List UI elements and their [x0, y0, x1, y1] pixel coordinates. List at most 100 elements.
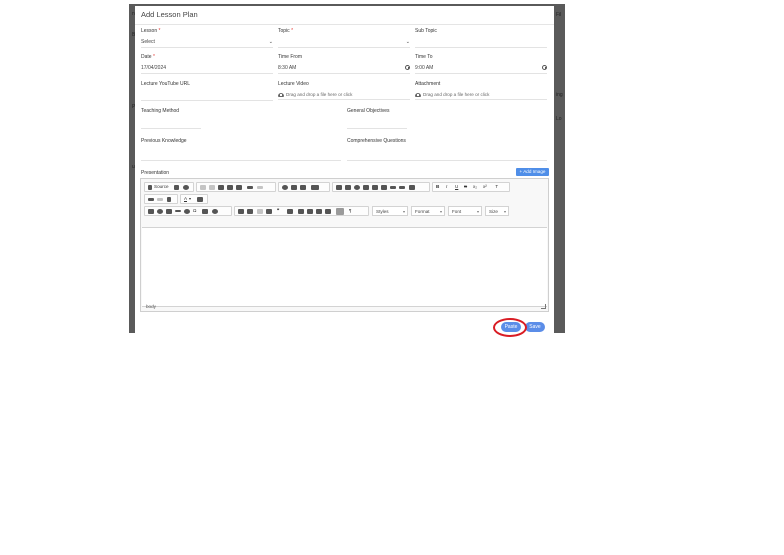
superscript-icon[interactable]: x²	[483, 184, 487, 189]
bold-icon[interactable]: B	[436, 184, 439, 189]
flash-icon[interactable]	[157, 209, 163, 214]
backdrop-text: Fil	[556, 12, 562, 18]
clock-icon[interactable]	[542, 65, 547, 70]
time-to-input[interactable]: 9:00 AM	[415, 64, 547, 74]
select-all-icon[interactable]	[300, 185, 306, 190]
align-center-icon[interactable]	[307, 209, 313, 214]
bulleted-list-icon[interactable]	[247, 209, 253, 214]
checkbox-icon[interactable]	[345, 185, 351, 190]
save-button[interactable]: Save	[525, 322, 545, 332]
cloud-upload-icon	[278, 92, 284, 97]
time-from-input[interactable]: 8:30 AM	[278, 64, 410, 74]
link-icon[interactable]	[148, 198, 154, 201]
remove-format-icon[interactable]: T	[495, 184, 498, 189]
paste-word-icon[interactable]	[236, 185, 242, 190]
source-button[interactable]: Source	[154, 184, 169, 189]
align-right-icon[interactable]	[316, 209, 322, 214]
clock-icon[interactable]	[405, 65, 410, 70]
styles-dropdown[interactable]: Styles ▾	[372, 206, 408, 216]
topic-select[interactable]: ⌄	[278, 38, 410, 48]
comprehensive-questions-label: Comprehensive Questions	[347, 138, 406, 144]
element-path[interactable]: body	[146, 304, 156, 309]
strike-icon[interactable]: S	[464, 184, 467, 189]
radio-icon[interactable]	[354, 185, 360, 190]
text-field-icon[interactable]	[363, 185, 369, 190]
copy-icon[interactable]	[209, 185, 215, 190]
templates-icon[interactable]	[174, 185, 179, 190]
general-objectives-input[interactable]	[347, 128, 407, 129]
undo-icon[interactable]	[247, 186, 253, 189]
smiley-icon[interactable]	[184, 209, 190, 214]
lesson-select[interactable]: Select ⌄	[141, 38, 273, 48]
text-direction-ltr-icon[interactable]	[336, 208, 344, 215]
add-lesson-plan-modal: Add Lesson Plan Lesson * Select ⌄ Topic *…	[135, 6, 554, 333]
horizontal-line-icon[interactable]	[175, 210, 181, 212]
lecture-video-dropzone[interactable]: Drag and drop a file here or click	[278, 90, 410, 100]
replace-icon[interactable]	[291, 185, 297, 190]
indent-icon[interactable]	[266, 209, 272, 214]
general-objectives-label: General Objectives	[347, 108, 390, 114]
align-left-icon[interactable]	[298, 209, 304, 214]
image-icon[interactable]	[148, 209, 154, 214]
subscript-icon[interactable]: x₂	[473, 184, 477, 189]
blockquote-icon[interactable]: ❞	[277, 208, 279, 214]
chevron-down-icon: ▾	[402, 209, 405, 214]
cut-icon[interactable]	[200, 185, 206, 190]
find-icon[interactable]	[282, 185, 288, 190]
chevron-down-icon: ⌄	[405, 39, 410, 45]
resize-handle-icon[interactable]	[541, 304, 546, 309]
chevron-down-icon: ▾	[439, 209, 442, 214]
unlink-icon[interactable]	[157, 198, 163, 201]
date-input[interactable]: 17/04/2024	[141, 64, 273, 74]
background-color-icon[interactable]	[197, 197, 203, 202]
redo-icon[interactable]	[257, 186, 263, 189]
backdrop-text: ing	[556, 92, 563, 98]
page-break-icon[interactable]	[202, 209, 208, 214]
source-icon[interactable]	[148, 185, 152, 190]
youtube-url-input[interactable]	[141, 91, 273, 101]
toolbar-group-links	[144, 194, 178, 204]
paste-text-icon[interactable]	[227, 185, 233, 190]
backdrop-text: Lo	[556, 116, 562, 122]
table-icon[interactable]	[166, 209, 172, 214]
numbered-list-icon[interactable]	[238, 209, 244, 214]
textarea-icon[interactable]	[372, 185, 378, 190]
time-from-label: Time From	[278, 54, 302, 60]
spellcheck-icon[interactable]	[311, 185, 319, 190]
font-dropdown[interactable]: Font ▾	[448, 206, 482, 216]
chevron-down-icon: ▾	[476, 209, 479, 214]
previous-knowledge-input[interactable]	[141, 160, 341, 161]
anchor-flag-icon[interactable]	[167, 197, 171, 202]
size-dropdown[interactable]: Size ▾	[485, 206, 509, 216]
special-char-icon[interactable]: Ω	[193, 208, 196, 213]
outdent-icon[interactable]	[257, 209, 263, 214]
div-container-icon[interactable]	[287, 209, 293, 214]
attachment-dropzone[interactable]: Drag and drop a file here or click	[415, 90, 547, 100]
italic-icon[interactable]: I	[446, 184, 447, 189]
teaching-method-input[interactable]	[141, 128, 201, 129]
cloud-upload-icon	[415, 92, 421, 97]
text-direction-rtl-icon[interactable]: ¶	[349, 208, 351, 213]
format-dropdown[interactable]: Format ▾	[411, 206, 445, 216]
dropdown-arrow-icon[interactable]: ▾	[189, 196, 191, 201]
editor-content-area[interactable]	[142, 227, 547, 307]
iframe-icon[interactable]	[212, 209, 218, 214]
paste-icon[interactable]	[218, 185, 224, 190]
lecture-video-label: Lecture Video	[278, 81, 309, 87]
presentation-label: Presentation	[141, 170, 170, 176]
form-icon[interactable]	[336, 185, 342, 190]
underline-icon[interactable]: U	[455, 184, 458, 189]
select-field-icon[interactable]	[381, 185, 387, 190]
topic-label: Topic *	[278, 28, 294, 34]
preview-icon[interactable]	[183, 185, 189, 190]
text-color-icon[interactable]: A	[184, 196, 188, 202]
comprehensive-questions-input[interactable]	[347, 160, 547, 161]
add-image-button[interactable]: + Add Image	[516, 168, 549, 176]
button-field-icon[interactable]	[390, 186, 396, 189]
hidden-field-icon[interactable]	[409, 185, 415, 190]
chevron-down-icon: ⌄	[268, 39, 273, 45]
toolbar-group-paragraph: ❞ ¶	[234, 206, 369, 216]
image-button-icon[interactable]	[399, 186, 405, 189]
align-justify-icon[interactable]	[325, 209, 331, 214]
sub-topic-input[interactable]	[415, 38, 547, 48]
